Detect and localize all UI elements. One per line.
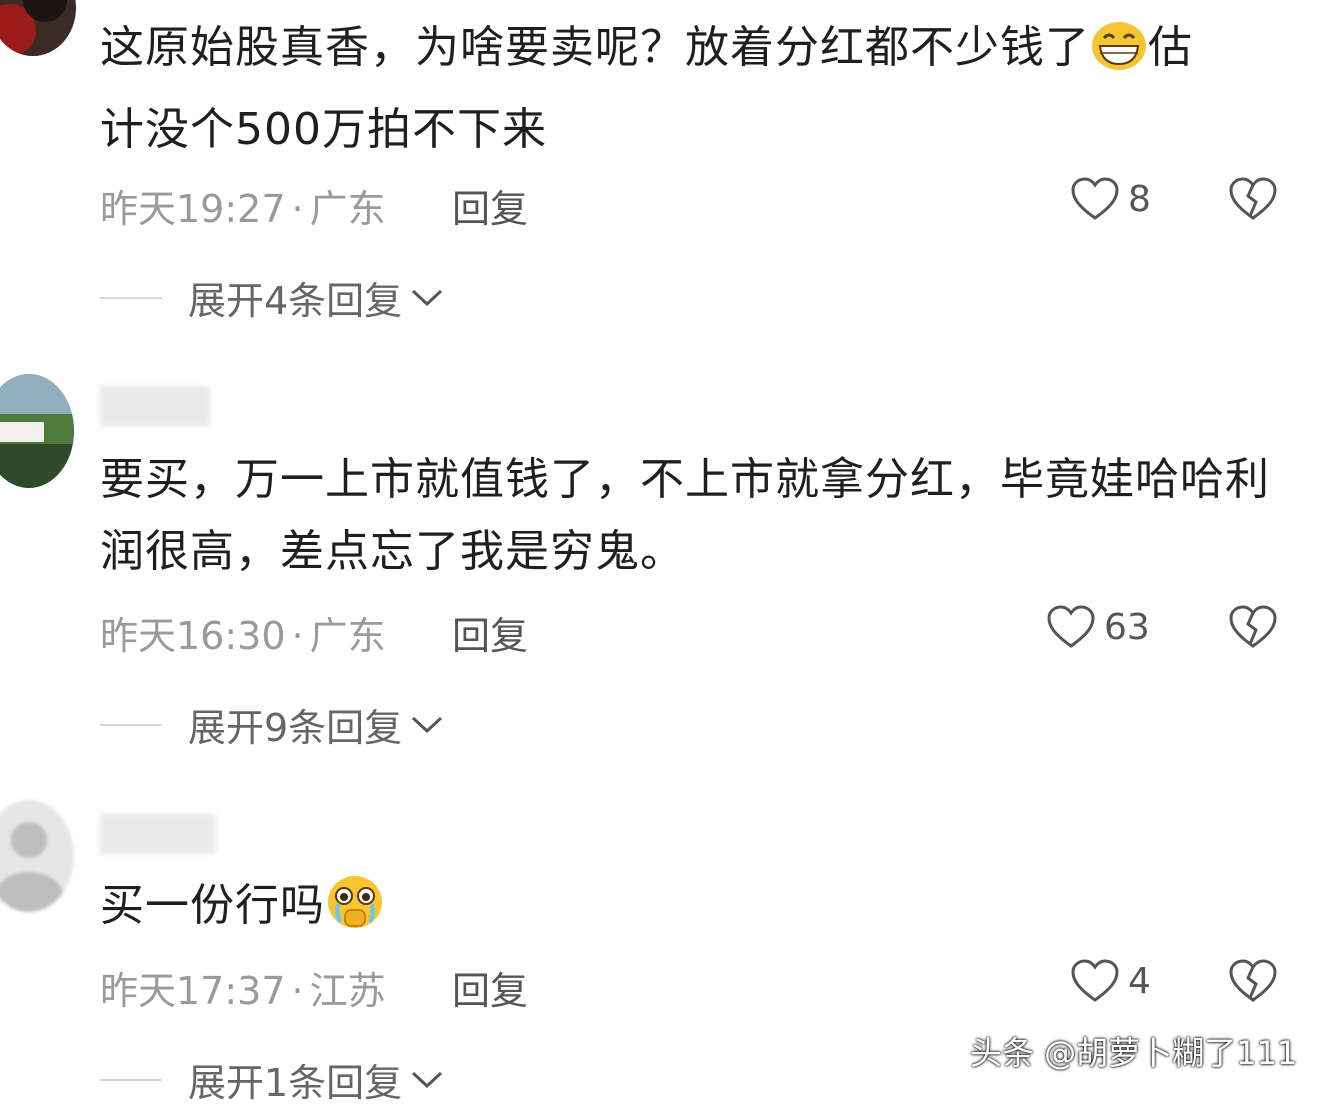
avatar[interactable] — [0, 800, 74, 912]
broken-heart-icon[interactable] — [1228, 176, 1278, 222]
comment-time: 昨天19:27 — [100, 187, 286, 231]
username-redacted — [100, 814, 216, 854]
comment-text: 要买，万一上市就值钱了，不上市就拿分红，毕竟娃哈哈利润很高，差点忘了我是穷鬼。 — [100, 454, 1270, 577]
comment-location: 广东 — [309, 187, 386, 231]
grin-emoji-icon — [1090, 20, 1148, 94]
like-button[interactable]: 4 — [1070, 958, 1151, 1004]
divider — [100, 1078, 162, 1081]
comment-text: 这原始股真香，为啥要卖呢？放着分红都不少钱了 估 计没个500万拍不下来 — [100, 20, 1193, 155]
comment-meta: 昨天19:27 · 广东 — [100, 187, 386, 231]
username-redacted — [100, 386, 210, 426]
comment-location: 江苏 — [309, 969, 386, 1013]
expand-label: 展开4条回复 — [188, 279, 403, 323]
reply-button[interactable]: 回复 — [452, 960, 528, 1015]
expand-label: 展开1条回复 — [188, 1061, 403, 1105]
heart-icon — [1071, 177, 1119, 220]
expand-replies-button[interactable]: 展开9条回复 — [100, 697, 444, 752]
comment-location: 广东 — [309, 614, 386, 658]
like-button[interactable]: 63 — [1046, 604, 1150, 650]
broken-heart-icon[interactable] — [1228, 958, 1278, 1004]
comment-time: 昨天16:30 — [100, 614, 286, 658]
reply-button[interactable]: 回复 — [452, 178, 528, 233]
heart-icon — [1047, 605, 1095, 648]
expand-replies-button[interactable]: 展开1条回复 — [100, 1052, 444, 1107]
avatar[interactable] — [0, 0, 76, 56]
broken-heart-icon[interactable] — [1228, 604, 1278, 650]
heart-icon — [1071, 959, 1119, 1002]
watermark: 头条 @胡萝卜糊了111 — [970, 1034, 1298, 1072]
chevron-down-icon — [412, 289, 443, 306]
avatar[interactable] — [0, 374, 74, 488]
reply-button[interactable]: 回复 — [452, 605, 528, 660]
comment-meta: 昨天17:37 · 江苏 — [100, 969, 386, 1013]
expand-label: 展开9条回复 — [188, 706, 403, 750]
like-count: 63 — [1104, 606, 1150, 648]
comment-meta: 昨天16:30 · 广东 — [100, 614, 386, 658]
comment-time: 昨天17:37 — [100, 969, 286, 1013]
divider — [100, 296, 162, 299]
like-count: 4 — [1128, 960, 1151, 1002]
comment-text: 买一份行吗 — [100, 870, 1280, 952]
divider — [100, 723, 162, 726]
pleading-tears-emoji-icon — [325, 872, 385, 952]
chevron-down-icon — [412, 716, 443, 733]
chevron-down-icon — [412, 1071, 443, 1088]
like-count: 8 — [1128, 178, 1151, 220]
like-button[interactable]: 8 — [1070, 176, 1151, 222]
expand-replies-button[interactable]: 展开4条回复 — [100, 270, 444, 325]
